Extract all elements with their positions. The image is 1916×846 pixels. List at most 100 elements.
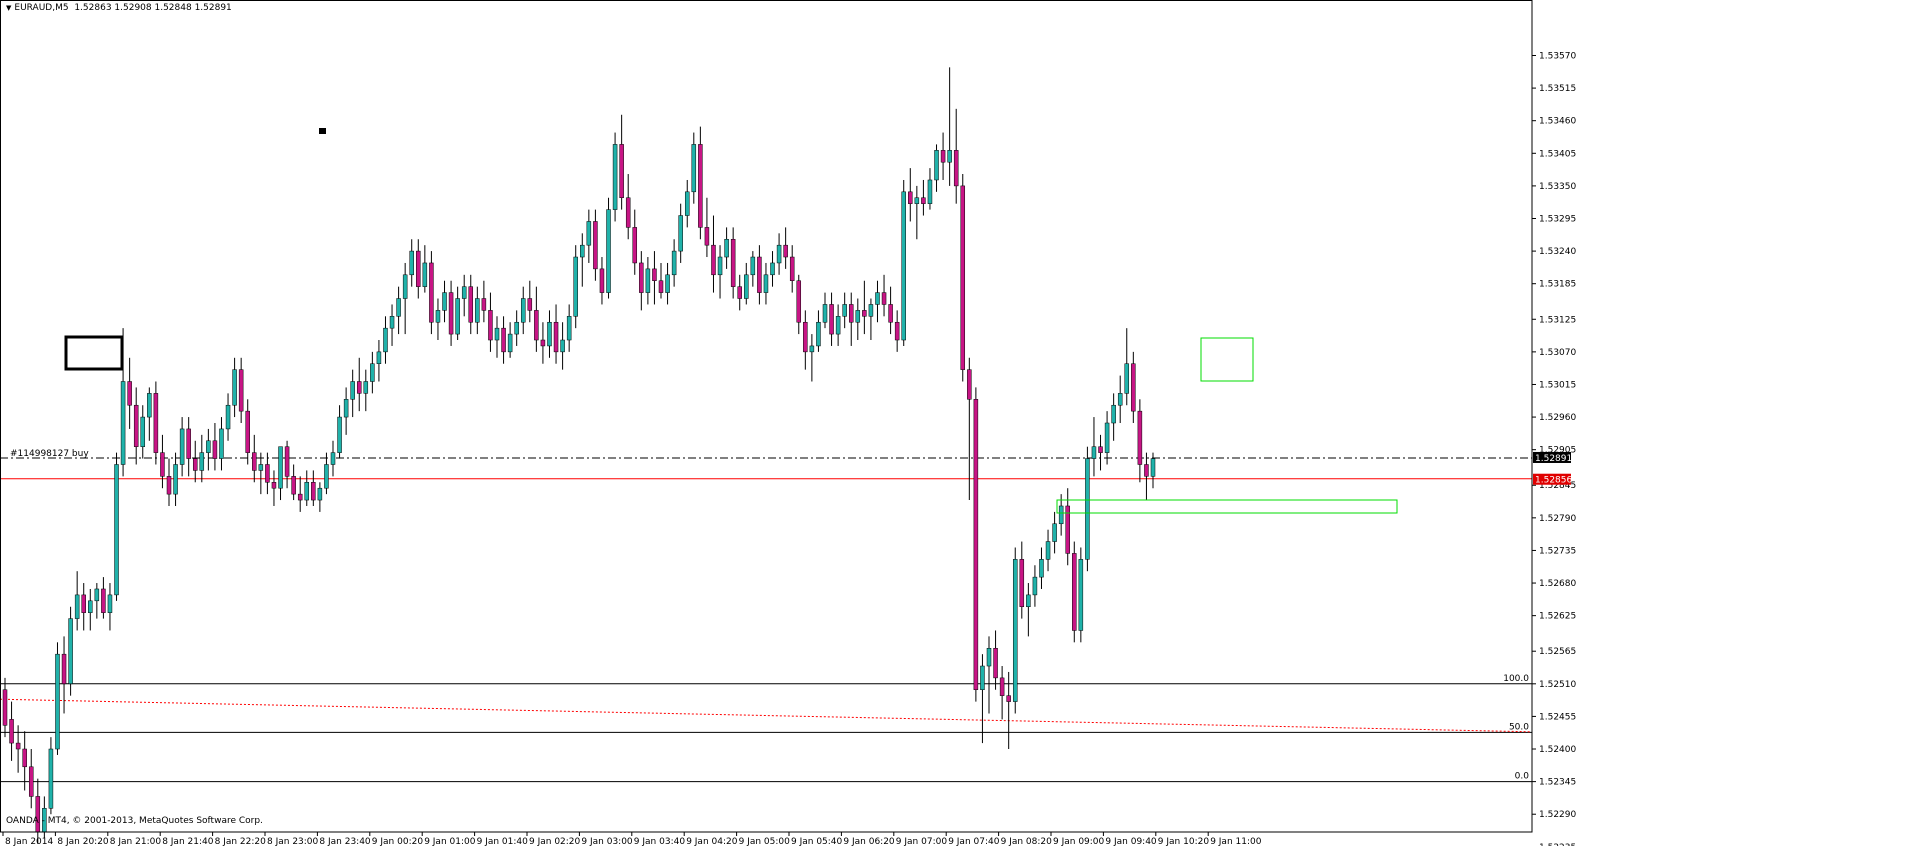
bear-candle bbox=[22, 748, 27, 768]
fib-level-label: 100.0 bbox=[1503, 674, 1529, 684]
bull-candle bbox=[612, 144, 618, 210]
x-tick-label: 9 Jan 00:20 bbox=[372, 837, 424, 846]
bull-candle bbox=[1026, 594, 1031, 608]
bear-candle bbox=[953, 150, 959, 187]
drawn-marker bbox=[319, 128, 326, 134]
bull-candle bbox=[514, 321, 519, 335]
bear-candle bbox=[265, 464, 270, 483]
bear-candle bbox=[908, 191, 913, 204]
bull-candle bbox=[1012, 559, 1018, 702]
bear-candle bbox=[166, 476, 172, 495]
bear-candle bbox=[61, 653, 67, 685]
bull-candle bbox=[1117, 393, 1123, 406]
bear-candle bbox=[133, 404, 139, 447]
bear-candle bbox=[127, 381, 132, 406]
x-tick-label: 9 Jan 07:00 bbox=[896, 837, 948, 846]
dropdown-triangle-icon[interactable]: ▼ bbox=[6, 4, 11, 12]
bull-candle bbox=[442, 292, 447, 311]
bull-candle bbox=[1058, 505, 1064, 525]
bull-candle bbox=[566, 316, 572, 341]
bull-candle bbox=[1150, 458, 1156, 477]
bull-candle bbox=[724, 238, 729, 258]
bull-candle bbox=[822, 304, 828, 323]
bull-candle bbox=[389, 316, 395, 329]
y-tick-label: 1.52345 bbox=[1539, 778, 1576, 788]
x-tick-label: 9 Jan 11:00 bbox=[1210, 837, 1262, 846]
bull-candle bbox=[74, 594, 80, 619]
bull-candle bbox=[1052, 523, 1057, 542]
bull-candle bbox=[324, 464, 329, 489]
bull-candle bbox=[179, 428, 185, 465]
bear-candle bbox=[2, 689, 8, 726]
bull-candle bbox=[422, 262, 428, 287]
x-tick-label: 9 Jan 06:20 bbox=[843, 837, 895, 846]
bull-candle bbox=[402, 274, 408, 299]
x-tick-label: 9 Jan 01:00 bbox=[424, 837, 476, 846]
y-tick-label: 1.52680 bbox=[1539, 579, 1576, 589]
bear-candle bbox=[881, 292, 887, 305]
bull-candle bbox=[855, 310, 861, 323]
bull-candle bbox=[376, 351, 382, 364]
bull-candle bbox=[645, 268, 651, 293]
bear-candle bbox=[803, 321, 808, 353]
bear-candle bbox=[593, 221, 598, 270]
bull-candle bbox=[55, 653, 60, 750]
bear-candle bbox=[481, 298, 487, 311]
y-tick-label: 1.52565 bbox=[1539, 647, 1576, 657]
bear-candle bbox=[311, 482, 316, 501]
bull-candle bbox=[337, 416, 342, 453]
bear-candle bbox=[960, 185, 966, 370]
bear-candle bbox=[894, 321, 900, 341]
x-tick-label: 9 Jan 07:40 bbox=[948, 837, 1000, 846]
ohlc-readout: 1.52863 1.52908 1.52848 1.52891 bbox=[74, 3, 232, 13]
bull-candle bbox=[717, 256, 723, 276]
bull-candle bbox=[560, 339, 565, 353]
x-tick-label: 9 Jan 04:20 bbox=[686, 837, 738, 846]
bull-candle bbox=[1085, 458, 1090, 560]
y-tick-label: 1.53295 bbox=[1539, 215, 1576, 225]
y-tick-label: 1.53015 bbox=[1539, 380, 1576, 390]
bull-candle bbox=[258, 464, 264, 471]
bull-candle bbox=[409, 250, 414, 276]
x-tick-label: 9 Jan 08:20 bbox=[1001, 837, 1053, 846]
bull-candle bbox=[206, 440, 211, 453]
bull-candle bbox=[914, 197, 920, 204]
bull-candle bbox=[232, 369, 237, 406]
y-tick-label: 1.53070 bbox=[1539, 348, 1576, 358]
bear-candle bbox=[252, 452, 257, 471]
bull-candle bbox=[107, 594, 113, 613]
y-tick-label: 1.52625 bbox=[1539, 612, 1576, 622]
bear-candle bbox=[212, 440, 218, 459]
y-tick-label: 1.53460 bbox=[1539, 117, 1576, 127]
bear-candle bbox=[540, 339, 546, 347]
bear-candle bbox=[730, 238, 736, 287]
bear-candle bbox=[704, 227, 710, 246]
bull-candle bbox=[691, 144, 697, 193]
bull-candle bbox=[343, 399, 349, 418]
bear-candle bbox=[9, 719, 14, 744]
x-tick-label: 9 Jan 10:20 bbox=[1158, 837, 1210, 846]
x-tick-label: 8 Jan 20:20 bbox=[57, 837, 109, 846]
x-tick-label: 8 Jan 23:40 bbox=[319, 837, 371, 846]
bear-candle bbox=[796, 280, 802, 323]
bull-candle bbox=[350, 381, 355, 400]
bear-candle bbox=[416, 250, 421, 287]
bull-candle bbox=[455, 298, 460, 335]
bull-candle bbox=[947, 150, 952, 163]
bull-candle bbox=[396, 298, 401, 317]
bull-candle bbox=[383, 327, 388, 353]
bull-candle bbox=[750, 256, 756, 276]
bear-candle bbox=[698, 144, 703, 228]
bull-candle bbox=[147, 393, 152, 418]
bear-candle bbox=[488, 310, 493, 341]
bull-candle bbox=[68, 618, 73, 685]
price-chart[interactable]: 100.050.00.0#114998127 buy 1.535701.5351… bbox=[0, 0, 1916, 846]
bull-candle bbox=[1104, 422, 1110, 453]
copyright-text: OANDA - MT4, © 2001-2013, MetaQuotes Sof… bbox=[6, 816, 263, 826]
bear-candle bbox=[448, 292, 454, 335]
bull-candle bbox=[140, 416, 146, 447]
x-tick-label: 9 Jan 01:40 bbox=[477, 837, 529, 846]
bull-candle bbox=[435, 310, 441, 323]
bull-candle bbox=[770, 262, 775, 276]
y-tick-label: 1.52400 bbox=[1539, 745, 1576, 755]
